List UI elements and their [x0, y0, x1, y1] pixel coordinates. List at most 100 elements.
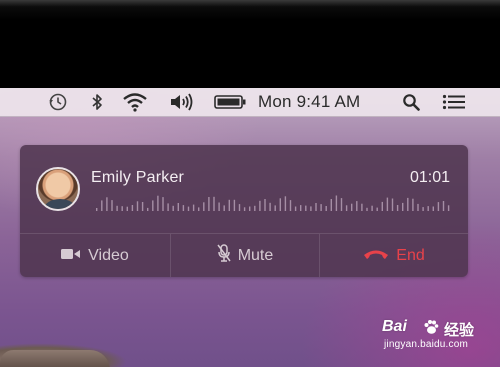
waveform-bar — [294, 206, 297, 211]
waveform-bar — [289, 200, 292, 211]
waveform-bar — [371, 205, 373, 211]
waveform-bar — [391, 198, 394, 211]
video-label: Video — [88, 246, 129, 264]
waveform-bar — [300, 205, 302, 211]
waveform-bar — [162, 197, 164, 211]
waveform-bar — [106, 197, 108, 211]
waveform-bar — [432, 206, 434, 211]
waveform-bar — [376, 207, 378, 211]
caller-name: Emily Parker — [91, 169, 185, 186]
waveform-bar — [198, 207, 200, 211]
waveform-bar — [396, 205, 399, 211]
waveform-bar — [223, 205, 225, 211]
time-machine-icon[interactable] — [46, 88, 70, 116]
waveform-bar — [238, 204, 241, 211]
video-button[interactable]: Video — [20, 234, 170, 277]
watermark-url: jingyan.baidu.com — [384, 339, 469, 350]
waveform-bar — [254, 205, 256, 211]
avatar — [36, 167, 80, 211]
waveform-bar — [264, 199, 266, 211]
waveform-bar — [203, 202, 205, 211]
waveform-bar — [402, 202, 404, 211]
waveform-bar — [126, 206, 128, 211]
notification-center-icon[interactable] — [440, 88, 468, 116]
waveform-bar — [381, 201, 383, 211]
waveform-bar — [310, 206, 312, 211]
waveform-bar — [233, 199, 236, 211]
waveform-bar — [101, 200, 103, 211]
screen-bezel — [0, 0, 500, 88]
waveform-bar — [228, 199, 230, 211]
waveform-bar — [407, 197, 409, 211]
waveform-bar — [116, 205, 118, 211]
waveform-bar — [249, 206, 251, 211]
end-label: End — [396, 246, 425, 264]
waveform-bar — [447, 205, 450, 211]
avatar-shoulders — [44, 199, 76, 209]
waveform-bar — [417, 203, 419, 211]
waveform-bar — [320, 204, 322, 211]
bluetooth-icon[interactable] — [88, 88, 106, 116]
waveform-bar — [167, 203, 169, 211]
waveform-bar — [305, 205, 307, 211]
bezel-highlight — [0, 0, 500, 6]
hang-up-icon — [363, 247, 389, 265]
call-notification: Emily Parker 01:01 Video Mute End — [20, 145, 468, 277]
waveform-bar — [259, 200, 261, 211]
waveform-bar — [361, 203, 363, 211]
waveform-bar — [96, 208, 98, 211]
waveform-bar — [412, 198, 414, 211]
video-camera-icon — [61, 247, 81, 265]
waveform-bar — [208, 197, 210, 211]
waveform-bar — [152, 200, 154, 211]
baidu-watermark: Bai 经验 jingyan.baidu.com — [382, 318, 492, 358]
battery-icon[interactable] — [213, 88, 247, 116]
waveform-bar — [366, 207, 368, 211]
waveform-bar — [269, 202, 271, 211]
waveform-bar — [172, 205, 174, 211]
menu-bar-clock[interactable]: Mon 9:41 AM — [258, 88, 360, 116]
waveform-bar — [147, 207, 149, 211]
waveform-bar — [157, 195, 159, 211]
waveform-bar — [136, 201, 139, 211]
menu-bar: Mon 9:41 AM — [0, 88, 500, 117]
waveform-bar — [325, 206, 327, 211]
end-call-button[interactable]: End — [320, 234, 468, 277]
call-duration: 01:01 — [409, 169, 450, 186]
waveform-bar — [279, 198, 281, 211]
waveform-bar — [442, 201, 445, 211]
waveform-bar — [131, 205, 134, 211]
volume-icon[interactable] — [166, 88, 196, 116]
waveform-bar — [177, 203, 179, 211]
waveform-bar — [141, 202, 144, 211]
audio-waveform — [96, 195, 450, 211]
wifi-icon[interactable] — [120, 88, 150, 116]
waveform-bar — [345, 205, 348, 211]
mountain-silhouette — [0, 350, 110, 367]
mute-button[interactable]: Mute — [171, 234, 319, 277]
waveform-bar — [335, 195, 338, 211]
waveform-bar — [386, 197, 389, 211]
waveform-bar — [422, 207, 424, 211]
waveform-bar — [187, 206, 190, 211]
waveform-bar — [437, 202, 440, 211]
waveform-bar — [427, 206, 429, 211]
waveform-bar — [111, 200, 113, 211]
watermark-suffix: 经验 — [444, 322, 475, 339]
waveform-bar — [192, 204, 195, 211]
waveform-bar — [330, 199, 332, 211]
waveform-bar — [356, 201, 358, 211]
waveform-bar — [274, 205, 276, 211]
waveform-bar — [213, 196, 215, 211]
watermark-brand: Bai — [382, 318, 407, 335]
microphone-muted-icon — [217, 244, 231, 267]
waveform-bar — [121, 206, 123, 211]
waveform-bar — [218, 202, 220, 211]
baidu-paw-icon — [424, 320, 439, 334]
waveform-bar — [182, 205, 185, 211]
waveform-bar — [340, 198, 343, 211]
waveform-bar — [351, 203, 353, 211]
spotlight-search-icon[interactable] — [400, 88, 422, 116]
mute-label: Mute — [237, 246, 274, 264]
desktop: Mon 9:41 AM Emily Parker 01:01 Video Mut… — [0, 88, 500, 367]
